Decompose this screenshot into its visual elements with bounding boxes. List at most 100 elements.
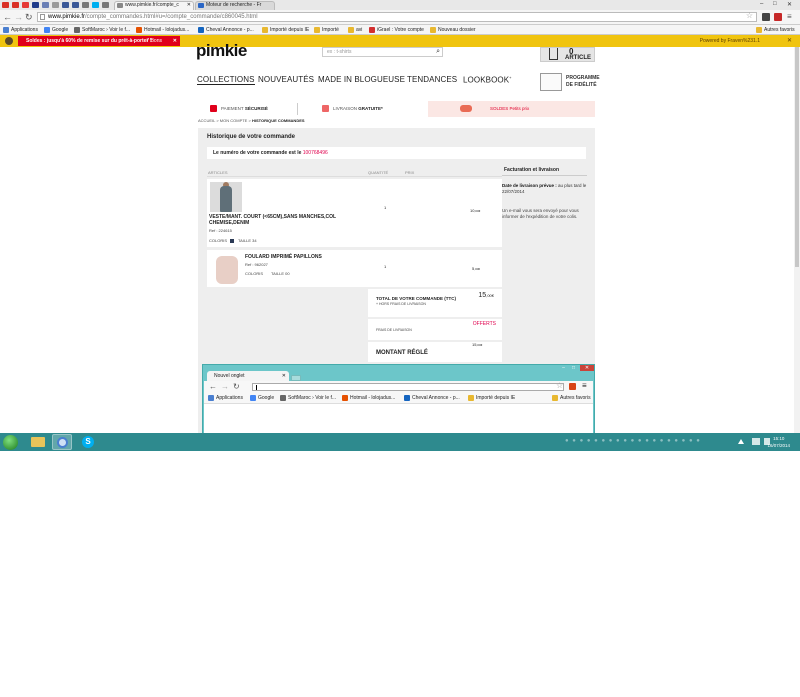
site-logo[interactable]: pimkie [196, 41, 247, 61]
bookmark-cheval[interactable]: Cheval Annonce - p... [404, 394, 460, 402]
clock[interactable]: 15:10 16/07/2014 [767, 435, 790, 449]
tab-close-icon[interactable]: ✕ [282, 371, 286, 381]
bookmark-star-icon[interactable]: ☆ [556, 381, 563, 390]
maximize-icon[interactable]: □ [569, 365, 578, 371]
nav-lookbook[interactable]: LOOKBOOK+ [463, 75, 512, 85]
skype-pinned-icon[interactable] [92, 2, 99, 8]
bookmark-applications[interactable]: Applications [208, 394, 243, 402]
promo-banner[interactable]: Soldes : jusqu'à 60% de remise sur du pr… [18, 36, 180, 46]
color-swatch [230, 238, 235, 243]
browser-toolbar: ← → ↻ ☆ ≡ [204, 381, 593, 393]
close-icon[interactable]: ✕ [580, 365, 594, 371]
bookmark-softmaroc[interactable]: SoftMaroc › Voir le f... [74, 26, 130, 34]
bookmark-applications[interactable]: Applications [3, 26, 38, 34]
reload-icon[interactable]: ↻ [25, 12, 33, 22]
bookmark-folder-avi[interactable]: avi [348, 26, 362, 34]
product-image[interactable] [210, 253, 244, 285]
search-icon[interactable]: ⌕ [436, 48, 440, 56]
facebook-pinned-icon[interactable] [72, 2, 79, 8]
taskbar-chrome[interactable] [52, 434, 72, 450]
extension-icon[interactable] [762, 13, 770, 21]
product-name[interactable]: VESTE/MANT. COURT (<65CM),SANS MANCHES,C… [209, 214, 364, 226]
bookmark-softmaroc[interactable]: SoftMaroc › Voir le f... [280, 394, 336, 402]
item-quantity: 1 [384, 264, 387, 269]
menu-icon[interactable]: ≡ [787, 12, 792, 22]
extension-close-icon[interactable]: ✕ [787, 37, 792, 44]
scrollbar-thumb[interactable] [795, 47, 799, 267]
cart-button[interactable]: 0 ARTICLE [540, 47, 595, 62]
divider [297, 103, 298, 115]
facebook-pinned-icon[interactable] [62, 2, 69, 8]
benefit-sale[interactable]: SOLDES Petits prix [428, 101, 595, 117]
tab-pimkie[interactable]: www.pimkie.fr/compte_c ✕ [114, 1, 194, 10]
bookmark-other[interactable]: Autres favoris [552, 394, 591, 402]
tab-search-engine[interactable]: Moteur de recherche - Fr [195, 1, 275, 10]
back-icon[interactable]: ← [3, 12, 12, 22]
start-button[interactable] [3, 435, 18, 450]
bookmark-folder-importe[interactable]: Importé [314, 26, 339, 34]
address-bar[interactable] [252, 383, 564, 391]
search-favicon [198, 3, 204, 8]
hotmail-icon [342, 395, 348, 401]
minimize-icon[interactable]: – [559, 365, 568, 371]
maximize-icon[interactable]: □ [773, 1, 777, 7]
bookmark-folder-new[interactable]: Nouveau dossier [430, 26, 476, 34]
pinned-tab-icon[interactable] [82, 2, 89, 8]
loyalty-program[interactable]: PROGRAMME DE FIDÉLITÉ [540, 73, 600, 91]
tray-expand-icon[interactable] [738, 439, 744, 444]
tab-close-icon[interactable]: ✕ [187, 2, 191, 9]
bookmark-hotmail[interactable]: Hotmail - lolojadus... [136, 26, 189, 34]
forward-icon[interactable]: → [221, 382, 229, 392]
product-name[interactable]: FOULARD IMPRIMÉ PAPILLONS [245, 254, 375, 260]
network-icon[interactable] [752, 438, 760, 445]
lock-icon [210, 105, 217, 112]
taskbar-explorer[interactable] [28, 434, 48, 450]
close-icon[interactable]: ✕ [787, 1, 792, 8]
search-input[interactable]: ex : t-shirts ⌕ [322, 47, 443, 57]
gmail-pinned-icon[interactable] [2, 2, 9, 8]
pimkie-favicon [117, 3, 123, 8]
pinned-tab-icon[interactable] [52, 2, 59, 8]
shipping-value: OFFERTS [472, 321, 496, 327]
bookmark-igrael[interactable]: iGrael : Votre compte [369, 26, 424, 34]
bookmark-cheval[interactable]: Cheval Annonce - p... [198, 26, 254, 34]
youtube-pinned-icon[interactable] [12, 2, 19, 8]
browser-tab-bar: www.pimkie.fr/compte_c ✕ Moteur de reche… [0, 0, 800, 10]
nav-collections[interactable]: COLLECTIONS [197, 75, 255, 85]
bookmark-hotmail[interactable]: Hotmail - lolojadus... [342, 394, 395, 402]
reload-icon[interactable]: ↻ [233, 382, 240, 392]
nav-nouveautes[interactable]: NOUVEAUTÉS [258, 75, 314, 84]
extension-icon[interactable] [774, 13, 782, 21]
folder-icon [430, 27, 436, 33]
benefit-delivery: LIVRAISON GRATUITE* [322, 101, 383, 117]
tab-new-tab[interactable]: Nouvel onglet ✕ [207, 371, 289, 381]
browser-toolbar: ← → ↻ www.pimkie.fr/compte_commandes.htm… [0, 10, 800, 25]
product-image[interactable] [210, 182, 242, 212]
bookmark-other[interactable]: Autres favoris [756, 26, 795, 34]
forward-icon[interactable]: → [14, 12, 23, 22]
bookmark-folder-ie[interactable]: Importé depuis IE [468, 394, 515, 402]
minimize-icon[interactable]: – [760, 1, 763, 7]
extension-icon[interactable] [569, 383, 576, 390]
address-bar[interactable]: www.pimkie.fr/compte_commandes.html#u=/c… [37, 12, 757, 22]
order-total-row: TOTAL DE VOTRE COMMANDE (TTC) + HORS FRA… [368, 289, 502, 317]
pinned-tab-icon[interactable] [22, 2, 29, 8]
promo-close-icon[interactable]: ✕ [173, 36, 177, 46]
bookmark-google[interactable]: Google [250, 394, 274, 402]
item-price: 5,00€ [472, 266, 481, 271]
bookmarks-bar: Applications Google SoftMaroc › Voir le … [204, 393, 593, 404]
product-attributes: COLORIS TAILLE 34 [209, 238, 257, 243]
pinned-tab-icon[interactable] [102, 2, 109, 8]
item-quantity: 1 [384, 205, 387, 210]
nav-tendances[interactable]: TENDANCES [407, 75, 457, 84]
bookmark-google[interactable]: Google [44, 26, 68, 34]
bookmark-star-icon[interactable]: ☆ [746, 12, 753, 20]
taskbar-skype[interactable]: S [78, 434, 98, 450]
pinned-tab-icon[interactable] [42, 2, 49, 8]
extension-logo-icon [5, 37, 13, 45]
pinned-tab-icon[interactable] [32, 2, 39, 8]
menu-icon[interactable]: ≡ [582, 381, 587, 390]
nav-made-in-blogueuse[interactable]: MADE IN BLOGUEUSE [318, 75, 405, 84]
back-icon[interactable]: ← [209, 382, 217, 392]
bookmark-folder-ie[interactable]: Importé depuis IE [262, 26, 309, 34]
